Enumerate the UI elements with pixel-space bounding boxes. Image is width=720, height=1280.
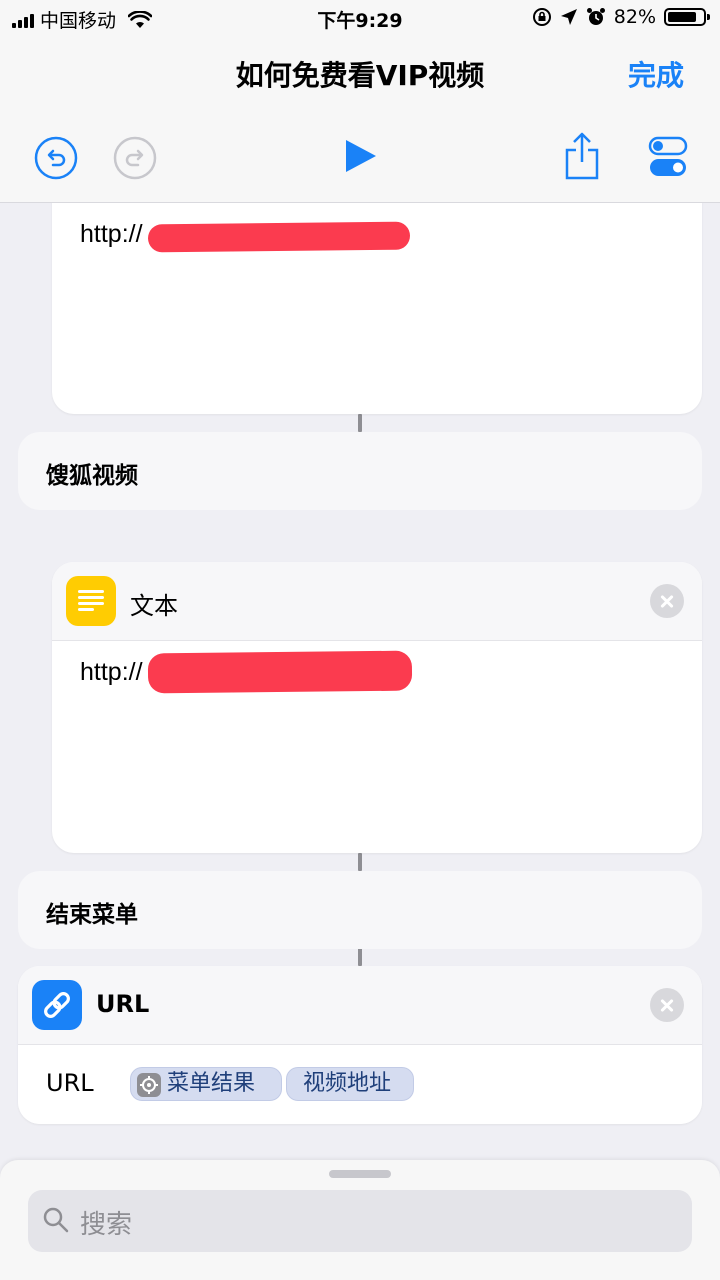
connector-line — [358, 853, 362, 871]
menu-item-label: 馊狐视频 — [46, 463, 138, 489]
action-header: URL — [18, 966, 702, 1045]
battery-fill — [668, 12, 696, 22]
battery-percent: 82% — [613, 6, 656, 28]
close-icon[interactable] — [650, 584, 684, 618]
search-icon — [43, 1207, 69, 1233]
connector-line — [358, 948, 362, 966]
alarm-icon — [586, 8, 605, 25]
link-icon — [32, 980, 82, 1030]
search-field[interactable]: 搜索 — [28, 1190, 692, 1252]
variable-token[interactable]: 菜单结果 — [130, 1067, 282, 1101]
undo-icon[interactable] — [34, 136, 78, 180]
redaction-mark — [147, 650, 413, 694]
play-icon[interactable] — [340, 136, 380, 176]
connector-line — [358, 414, 362, 432]
variable-token[interactable]: 视频地址 — [286, 1067, 414, 1101]
text-lines-icon — [66, 576, 116, 626]
orientation-lock-icon — [532, 8, 551, 26]
url-param-row: URL 菜单结果 视频地址 — [18, 1045, 702, 1124]
text-content[interactable]: http:// — [80, 658, 143, 687]
url-param-label: URL — [46, 1069, 94, 1097]
search-placeholder[interactable]: 搜索 — [80, 1204, 132, 1241]
action-header: 文本 — [52, 562, 702, 641]
page-title: 如何免费看VIP视频 — [235, 59, 485, 92]
token-label: 菜单结果 — [167, 1071, 256, 1096]
end-menu-label: 结束菜单 — [46, 902, 138, 928]
sheet-grabber[interactable] — [329, 1170, 391, 1178]
battery-icon — [664, 8, 710, 26]
editor-toolbar — [0, 110, 720, 203]
text-action-card-1[interactable]: http:// — [52, 203, 702, 414]
text-content[interactable]: http:// — [80, 220, 143, 249]
navigation-bar: 如何免费看VIP视频 完成 — [0, 38, 720, 110]
url-param-tokens: 菜单结果 视频地址 — [130, 1067, 430, 1101]
url-action-card[interactable]: URL URL 菜单结果 视频地址 — [18, 966, 702, 1124]
done-button[interactable]: 完成 — [628, 54, 684, 94]
location-icon — [560, 9, 577, 25]
action-title: 文本 — [130, 592, 178, 620]
menu-item[interactable]: 馊狐视频 — [18, 432, 702, 510]
toggles-icon[interactable] — [648, 136, 688, 178]
shortcut-editor-canvas: http:// 馊狐视频 文本 http:// 结束菜单 URL URL 菜单结… — [0, 203, 720, 1158]
end-menu-item[interactable]: 结束菜单 — [18, 871, 702, 949]
status-right: 82% — [532, 6, 710, 28]
status-bar: 中国移动 下午9:29 82% — [0, 0, 720, 38]
actions-bottom-sheet: 搜索 — [0, 1160, 720, 1280]
action-title: URL — [96, 990, 150, 1018]
close-icon[interactable] — [650, 988, 684, 1022]
gear-icon — [137, 1073, 161, 1097]
redo-icon[interactable] — [113, 136, 157, 180]
share-icon[interactable] — [562, 130, 602, 182]
token-label: 视频地址 — [303, 1071, 392, 1096]
redaction-mark — [147, 221, 411, 253]
text-action-card[interactable]: 文本 http:// — [52, 562, 702, 853]
